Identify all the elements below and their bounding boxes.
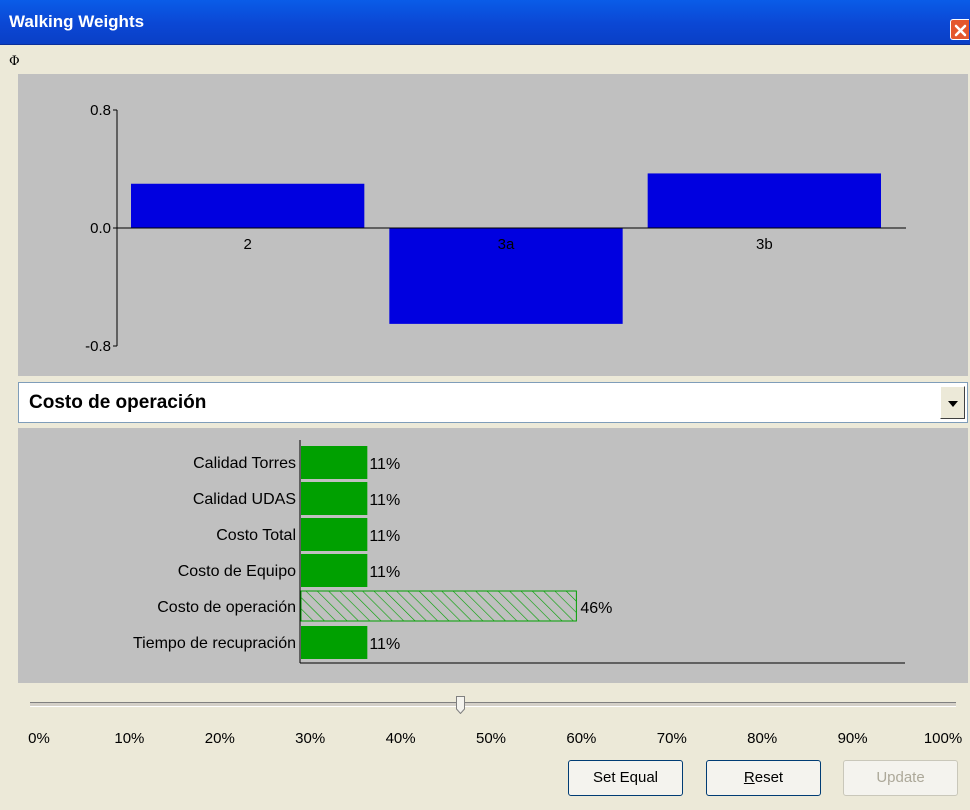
weight-percent: 11% (369, 528, 400, 545)
weight-label: Costo de operación (157, 599, 296, 616)
y-tick-label: 0.0 (90, 220, 111, 237)
slider-tick-label: 60% (566, 730, 597, 747)
criterion-select[interactable]: Costo de operación (18, 382, 968, 423)
slider-tick-label: 50% (475, 730, 507, 747)
weight-percent: 11% (369, 564, 400, 581)
reset-button-label: Reset (743, 769, 784, 786)
weight-bar (301, 626, 368, 659)
weight-percent: 46% (580, 600, 612, 617)
close-button[interactable] (950, 19, 969, 40)
slider-tick-label: 40% (385, 730, 416, 747)
slider-tick-label: 30% (295, 730, 326, 747)
y-tick-label: 0.8 (90, 102, 111, 119)
y-tick-label: -0.8 (85, 338, 111, 355)
chart-canvas: 0.8 0.0 -0.8 2 3a 3b (85, 102, 906, 355)
bar-2 (131, 183, 365, 228)
slider-tick-label: 80% (747, 730, 778, 747)
slider-tick-label: 0% (28, 730, 50, 747)
slider-tick-label: 100% (923, 730, 963, 747)
weight-percent: 11% (369, 456, 400, 473)
slider-tick-label: 70% (656, 730, 687, 747)
weight-label: Costo de Equipo (178, 563, 296, 580)
bar-3b (647, 173, 881, 228)
chevron-down-icon (948, 401, 958, 407)
weight-bar-selected (300, 590, 577, 622)
window-title: Walking Weights (9, 12, 145, 31)
weight-label: Costo Total (216, 527, 296, 544)
phi-toggle-button[interactable]: Φ (9, 55, 23, 69)
weight-percent: 11% (369, 492, 400, 509)
weight-bar (301, 482, 368, 515)
set-equal-button[interactable]: Set Equal (568, 760, 683, 796)
category-label-3a: 3a (498, 236, 515, 253)
slider-tick-label: 90% (837, 730, 868, 747)
criterion-select-value: Costo de operación (29, 392, 207, 413)
category-label-2: 2 (243, 236, 251, 253)
close-icon (954, 24, 967, 37)
dropdown-arrow-button[interactable] (940, 386, 965, 419)
weight-slider-thumb[interactable] (456, 696, 466, 714)
weight-label: Calidad UDAS (193, 491, 296, 508)
weight-bar (301, 446, 368, 479)
reset-button[interactable]: Reset (706, 760, 821, 796)
weight-label: Calidad Torres (193, 455, 296, 472)
category-label-3b: 3b (756, 236, 773, 253)
title-bar: Walking Weights (0, 0, 970, 45)
weight-bar (301, 518, 368, 551)
weight-bar (301, 554, 368, 587)
weight-percent: 11% (369, 636, 400, 653)
update-button[interactable]: Update (843, 760, 958, 796)
weight-label: Tiempo de recupración (133, 635, 296, 652)
walking-weights-chart: 0.8 0.0 -0.8 2 3a 3b (18, 74, 968, 376)
weight-slider-track[interactable] (30, 702, 956, 707)
slider-tick-label: 20% (204, 730, 235, 747)
weights-canvas: Calidad Torres 11% Calidad UDAS 11% Costo To… (133, 440, 905, 664)
slider-tick-label: 10% (114, 730, 145, 747)
weights-panel: Calidad Torres 11% Calidad UDAS 11% Costo To… (18, 428, 968, 683)
